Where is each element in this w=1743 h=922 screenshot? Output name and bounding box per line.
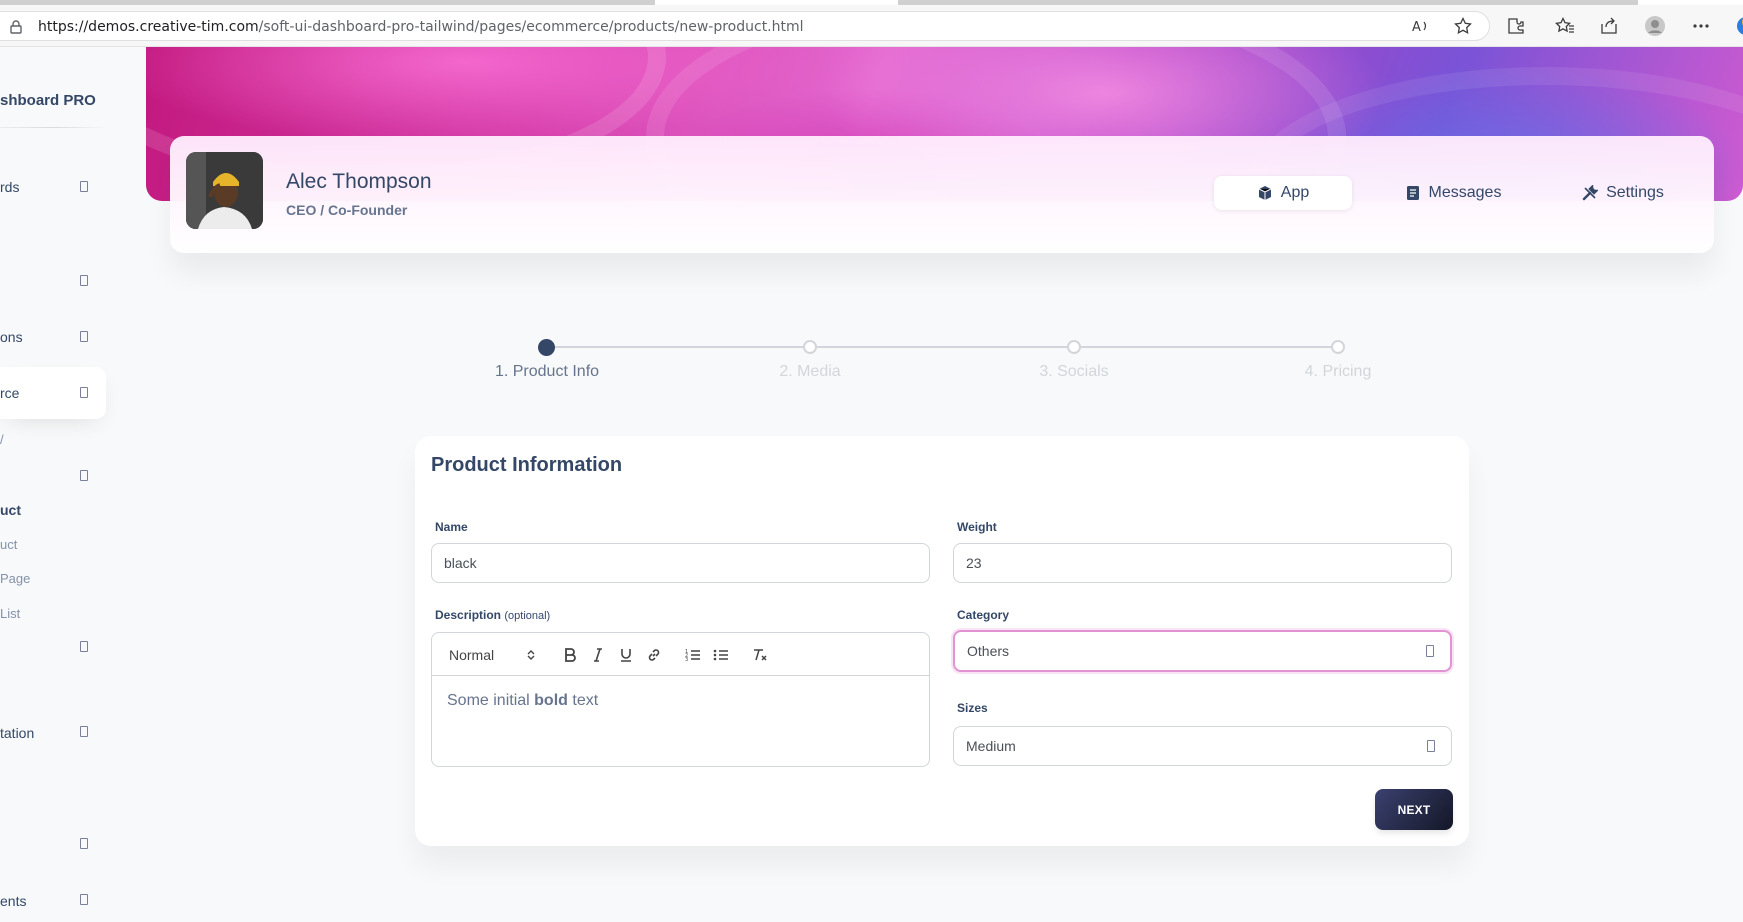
svg-text:3: 3 bbox=[685, 657, 688, 662]
editor-text-bold: bold bbox=[534, 692, 568, 709]
share-icon[interactable] bbox=[1598, 15, 1620, 37]
weight-label: Weight bbox=[957, 520, 997, 534]
sidebar-subitem-products-list[interactable]: List bbox=[0, 606, 20, 621]
sidebar-brand[interactable]: shboard PRO bbox=[0, 92, 96, 109]
tab-settings[interactable]: Settings bbox=[1554, 176, 1692, 210]
browser-toolbar: https://demos.creative-tim.com/soft-ui-d… bbox=[0, 5, 1743, 47]
form-stepper: 1. Product Info 2. Media 3. Socials 4. P… bbox=[492, 339, 1371, 381]
sidebar-subitem-overview[interactable]: / bbox=[0, 432, 4, 447]
address-bar[interactable]: https://demos.creative-tim.com/soft-ui-d… bbox=[0, 11, 1490, 41]
chevron-icon bbox=[80, 331, 88, 342]
name-input[interactable]: black bbox=[431, 543, 930, 583]
profile-card: Alec Thompson CEO / Co-Founder App Messa… bbox=[170, 136, 1714, 253]
product-info-card: Product Information Name black Weight 23… bbox=[415, 436, 1469, 846]
lock-icon bbox=[10, 20, 22, 34]
clear-format-icon[interactable] bbox=[750, 645, 770, 665]
description-editor[interactable]: Normal 123 Some initial bold text bbox=[431, 632, 930, 767]
url-text: https://demos.creative-tim.com/soft-ui-d… bbox=[38, 19, 804, 35]
category-select-value: Others bbox=[967, 643, 1010, 659]
tab-messages[interactable]: Messages bbox=[1384, 176, 1522, 210]
profile-avatar-icon[interactable] bbox=[1644, 15, 1666, 37]
underline-icon[interactable] bbox=[616, 645, 636, 665]
sizes-label: Sizes bbox=[957, 701, 988, 715]
read-aloud-icon[interactable]: A bbox=[1410, 15, 1432, 37]
copilot-icon[interactable] bbox=[1730, 15, 1743, 37]
step-label-socials[interactable]: 3. Socials bbox=[1039, 363, 1108, 381]
sidebar-item-ecommerce[interactable]: rce bbox=[0, 385, 19, 401]
name-label: Name bbox=[435, 520, 468, 534]
next-button[interactable]: NEXT bbox=[1375, 789, 1453, 830]
sizes-select[interactable]: Medium bbox=[953, 726, 1452, 766]
cube-icon bbox=[1258, 186, 1271, 200]
sidebar-item-authentication[interactable]: tation bbox=[0, 725, 34, 741]
form-title: Product Information bbox=[431, 454, 623, 476]
editor-content[interactable]: Some initial bold text bbox=[447, 692, 598, 710]
sizes-select-value: Medium bbox=[966, 738, 1016, 754]
tab-settings-label: Settings bbox=[1606, 184, 1664, 201]
sidebar-subitem-edit-product[interactable]: uct bbox=[0, 537, 17, 552]
sidebar-item-applications[interactable]: ons bbox=[0, 329, 23, 345]
url-host: https://demos.creative-tim.com bbox=[38, 19, 259, 35]
url-path: /soft-ui-dashboard-pro-tailwind/pages/ec… bbox=[258, 19, 804, 35]
sidebar-subitem-product-page[interactable]: Page bbox=[0, 571, 30, 586]
favorite-star-icon[interactable] bbox=[1452, 15, 1474, 37]
sidebar-item-dashboards[interactable]: rds bbox=[0, 179, 19, 195]
step-label-media[interactable]: 2. Media bbox=[779, 363, 840, 381]
chevron-icon bbox=[80, 726, 88, 737]
tab-app[interactable]: App bbox=[1214, 176, 1352, 210]
wrench-icon bbox=[1582, 185, 1599, 201]
step-dot-media[interactable] bbox=[803, 340, 817, 354]
editor-text-end: text bbox=[567, 692, 599, 709]
italic-icon[interactable] bbox=[588, 645, 608, 665]
extensions-icon[interactable] bbox=[1505, 15, 1527, 37]
avatar[interactable] bbox=[186, 152, 263, 229]
chevron-icon bbox=[80, 275, 88, 286]
sidebar-item-components[interactable]: ents bbox=[0, 893, 26, 909]
document-icon bbox=[1406, 186, 1419, 200]
chevron-icon bbox=[80, 838, 88, 849]
bullet-list-icon[interactable] bbox=[711, 645, 731, 665]
category-label: Category bbox=[957, 608, 1010, 622]
chevron-icon bbox=[80, 641, 88, 652]
chevron-down-icon bbox=[1426, 645, 1434, 657]
description-label-text: Description bbox=[435, 608, 502, 622]
step-label-pricing[interactable]: 4. Pricing bbox=[1305, 363, 1372, 381]
editor-toolbar: Normal 123 bbox=[432, 633, 929, 676]
tab-app-label: App bbox=[1280, 184, 1310, 201]
profile-tabs: App Messages Settings bbox=[1214, 176, 1700, 212]
sidebar: shboard PRO rds ons rce / uct uct Page L… bbox=[0, 47, 110, 922]
step-dot-pricing[interactable] bbox=[1331, 340, 1345, 354]
chevron-icon bbox=[80, 181, 88, 192]
category-select[interactable]: Others bbox=[953, 630, 1452, 672]
profile-role: CEO / Co-Founder bbox=[286, 202, 408, 218]
chevron-icon bbox=[80, 387, 88, 398]
profile-name: Alec Thompson bbox=[286, 170, 432, 193]
chevron-icon bbox=[80, 470, 88, 481]
step-label-product-info[interactable]: 1. Product Info bbox=[495, 363, 599, 381]
step-dot-product-info[interactable] bbox=[538, 339, 555, 356]
svg-text:A: A bbox=[1412, 20, 1421, 34]
step-dot-socials[interactable] bbox=[1067, 340, 1081, 354]
bold-icon[interactable] bbox=[560, 645, 580, 665]
format-select-value: Normal bbox=[449, 647, 495, 663]
tab-messages-label: Messages bbox=[1428, 184, 1502, 201]
editor-text-start: Some initial bbox=[447, 692, 535, 709]
chevron-icon bbox=[80, 894, 88, 905]
format-select[interactable]: Normal bbox=[449, 645, 537, 665]
stepper-track bbox=[547, 346, 1338, 348]
chevron-down-icon bbox=[1427, 740, 1435, 752]
sidebar-divider bbox=[0, 127, 108, 128]
sidebar-subitem-new-product[interactable]: uct bbox=[0, 502, 21, 518]
description-label: Description (optional) bbox=[435, 608, 550, 622]
ordered-list-icon[interactable]: 123 bbox=[683, 645, 703, 665]
favorites-icon[interactable] bbox=[1554, 15, 1576, 37]
weight-input[interactable]: 23 bbox=[953, 543, 1452, 583]
more-options-icon[interactable] bbox=[1690, 15, 1712, 37]
optional-note: (optional) bbox=[504, 610, 551, 622]
link-icon[interactable] bbox=[644, 645, 664, 665]
updown-arrow-icon bbox=[527, 650, 535, 660]
